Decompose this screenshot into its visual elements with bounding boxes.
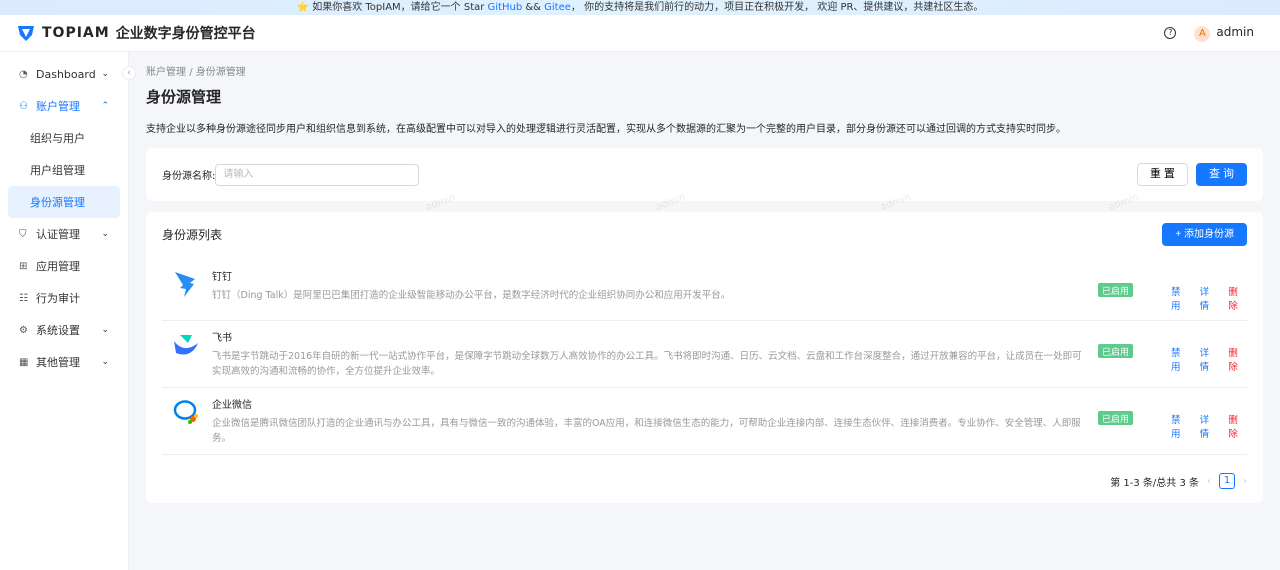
chevron-down-icon: ⌄	[101, 69, 109, 79]
dashboard-icon: ◔	[19, 68, 28, 80]
sidebar-item-apps[interactable]: ⊞ 应用管理	[0, 250, 128, 282]
item-name: 企业微信	[212, 400, 252, 411]
app-title: 企业数字身份管控平台	[115, 26, 256, 42]
add-identity-source-button[interactable]: + 添加身份源	[1162, 222, 1247, 246]
status-badge: 已启用	[1097, 411, 1133, 425]
logo[interactable]: TOPIAM 企业数字身份管控平台	[16, 23, 256, 43]
disable-link[interactable]: 禁用	[1171, 412, 1190, 440]
breadcrumb-item[interactable]: 账户管理	[146, 67, 186, 78]
page-description: 支持企业以多种身份源途径同步用户和组织信息到系统，在高级配置中可以对导入的处理逻…	[146, 124, 1066, 135]
top-header: TOPIAM 企业数字身份管控平台 ? Aadmin	[0, 15, 1280, 52]
list-title: 身份源列表	[162, 227, 223, 242]
logo-text: TOPIAM	[42, 25, 110, 41]
detail-link[interactable]: 详情	[1200, 345, 1219, 373]
sidebar-item-label: 账户管理	[36, 100, 80, 113]
sidebar-item-settings[interactable]: ⚙ 系统设置 ⌄	[0, 314, 128, 346]
detail-link[interactable]: 详情	[1200, 284, 1219, 312]
sidebar-item-label: 组织与用户	[30, 132, 85, 145]
breadcrumb-separator: /	[189, 67, 193, 78]
pagination-summary: 第 1-3 条/总共 3 条	[1110, 477, 1199, 489]
sidebar-item-label: 系统设置	[36, 324, 80, 337]
chevron-down-icon: ⌄	[101, 357, 109, 367]
item-desc: 钉钉（Ding Talk）是阿里巴巴集团打造的企业级智能移动办公平台，是数字经济…	[212, 290, 731, 301]
apps-icon: ⊞	[19, 260, 28, 272]
users-icon: ⚇	[19, 100, 28, 112]
page-title: 身份源管理	[146, 88, 222, 106]
collapse-sidebar-button[interactable]: ‹	[122, 66, 136, 80]
dingtalk-icon	[175, 272, 195, 297]
prev-page-button[interactable]: ‹	[1207, 476, 1211, 487]
sidebar-item-label: 用户组管理	[30, 164, 85, 177]
sidebar-item-label: 认证管理	[36, 228, 80, 241]
source-name-input[interactable]: 请输入	[215, 163, 420, 186]
shield-icon: ⛉	[19, 228, 27, 240]
breadcrumb: 账户管理 / 身份源管理	[146, 63, 1263, 78]
disable-link[interactable]: 禁用	[1171, 345, 1190, 373]
user-menu[interactable]: Aadmin	[1194, 25, 1254, 42]
sidebar-item-other[interactable]: ▦ 其他管理 ⌄	[0, 346, 128, 378]
item-name: 钉钉	[212, 272, 232, 283]
gear-icon: ⚙	[19, 324, 28, 336]
next-page-button[interactable]: ›	[1243, 476, 1247, 487]
main-content: 账户管理 / 身份源管理 身份源管理 支持企业以多种身份源途径同步用户和组织信息…	[146, 52, 1263, 503]
feishu-icon	[174, 335, 198, 355]
sidebar-item-label: 应用管理	[36, 260, 80, 273]
gitee-link[interactable]: Gitee	[544, 2, 571, 13]
list-item: 飞书飞书是字节跳动于2016年自研的新一代一站式协作平台，是保障字节跳动全球数万…	[162, 321, 1247, 388]
breadcrumb-current: 身份源管理	[195, 67, 246, 78]
chevron-up-icon: ⌃	[101, 101, 109, 111]
item-desc: 企业微信是腾讯微信团队打造的企业通讯与办公工具，具有与微信一致的沟通体验，丰富的…	[212, 418, 1081, 444]
username: admin	[1216, 24, 1254, 39]
item-name: 飞书	[212, 333, 232, 344]
github-link[interactable]: GitHub	[488, 2, 523, 13]
grid-icon: ▦	[19, 356, 29, 368]
status-badge: 已启用	[1097, 344, 1133, 358]
sidebar-item-audit[interactable]: ☷ 行为审计	[0, 282, 128, 314]
wecom-icon	[173, 400, 198, 424]
page-1-button[interactable]: 1	[1219, 473, 1235, 489]
chevron-down-icon: ⌄	[101, 325, 109, 335]
banner-text: &&	[522, 2, 545, 13]
identity-source-list: 身份源列表 + 添加身份源 钉钉钉钉（Ding Talk）是阿里巴巴集团打造的企…	[146, 212, 1263, 503]
sidebar-item-dashboard[interactable]: ◔ Dashboard ⌄	[0, 58, 128, 90]
star-icon: ⭐	[296, 2, 310, 13]
audit-icon: ☷	[19, 292, 28, 304]
disable-link[interactable]: 禁用	[1171, 284, 1190, 312]
source-name-label: 身份源名称:	[162, 171, 216, 182]
delete-link[interactable]: 删除	[1228, 412, 1247, 440]
reset-button[interactable]: 重 置	[1136, 163, 1188, 186]
item-desc: 飞书是字节跳动于2016年自研的新一代一站式协作平台，是保障字节跳动全球数万人高…	[212, 351, 1082, 377]
delete-link[interactable]: 删除	[1228, 345, 1247, 373]
sidebar-item-label: 身份源管理	[30, 196, 85, 209]
sidebar-item-identity-source[interactable]: 身份源管理	[8, 186, 120, 218]
sidebar-item-org-users[interactable]: 组织与用户	[0, 122, 128, 154]
chevron-down-icon: ⌄	[101, 229, 109, 239]
query-button[interactable]: 查 询	[1195, 163, 1247, 186]
banner-text: 如果你喜欢 TopIAM，请给它一个 Star	[309, 2, 488, 13]
sidebar-item-label: 其他管理	[36, 356, 80, 369]
avatar: A	[1194, 25, 1211, 42]
status-badge: 已启用	[1097, 283, 1133, 297]
sidebar: ◔ Dashboard ⌄ ⚇ 账户管理 ⌃ 组织与用户 用户组管理 身份源管理 ⛉ 认证…	[0, 52, 129, 570]
detail-link[interactable]: 详情	[1200, 412, 1219, 440]
search-form: 身份源名称: 请输入 重 置 查 询	[146, 148, 1263, 201]
pagination: 第 1-3 条/总共 3 条 ‹ 1 ›	[162, 473, 1247, 493]
help-icon[interactable]: ?	[1164, 27, 1177, 39]
banner-text: ， 你的支持将是我们前行的动力，项目正在积极开发， 欢迎 PR、提供建议，共建社…	[570, 2, 984, 13]
list-item: 钉钉钉钉（Ding Talk）是阿里巴巴集团打造的企业级智能移动办公平台，是数字…	[162, 260, 1247, 321]
topiam-logo-icon	[18, 26, 34, 41]
sidebar-item-account[interactable]: ⚇ 账户管理 ⌃	[0, 90, 128, 122]
promo-banner: ⭐ 如果你喜欢 TopIAM，请给它一个 Star GitHub && Gite…	[0, 0, 1280, 15]
delete-link[interactable]: 删除	[1228, 284, 1247, 312]
sidebar-item-label: Dashboard	[36, 67, 96, 81]
sidebar-item-label: 行为审计	[36, 292, 80, 305]
sidebar-item-user-groups[interactable]: 用户组管理	[0, 154, 128, 186]
sidebar-item-auth[interactable]: ⛉ 认证管理 ⌄	[0, 218, 128, 250]
list-item: 企业微信企业微信是腾讯微信团队打造的企业通讯与办公工具，具有与微信一致的沟通体验…	[162, 388, 1247, 455]
